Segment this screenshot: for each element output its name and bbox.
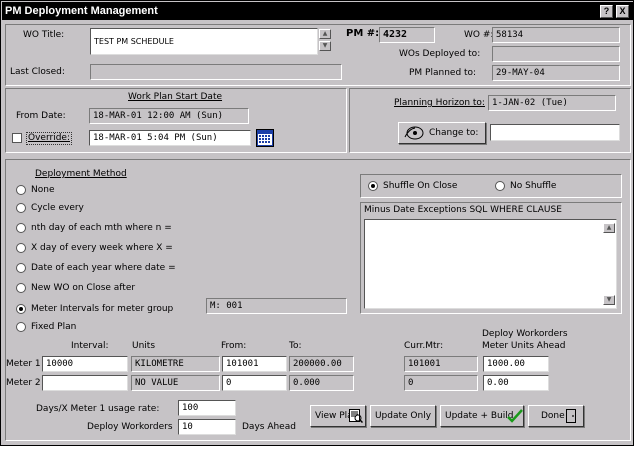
- door-icon: [565, 409, 577, 423]
- title-bar: PM Deployment Management ? X: [2, 2, 633, 20]
- no-shuffle-radio[interactable]: [495, 181, 505, 191]
- deployment-panel: Deployment Method None Cycle every nth day…: [5, 159, 631, 441]
- last-closed-field: [90, 64, 342, 80]
- exceptions-scroll-up-icon[interactable]: ▲: [603, 223, 615, 233]
- deploy-workorders-label: Deploy Workorders: [87, 422, 173, 432]
- wo-title-scroll-down-icon[interactable]: ▼: [319, 41, 331, 51]
- meter2-to-field: 0.000: [289, 375, 354, 391]
- meter1-units-field: KILOMETRE: [131, 356, 220, 372]
- shuffle-on-close-radio[interactable]: [368, 181, 378, 191]
- pm-deployment-window: PM Deployment Management ? X WO Title: T…: [0, 0, 634, 446]
- method-radio-cycle-every[interactable]: [16, 203, 26, 213]
- method-label-fixed-plan: Fixed Plan: [31, 322, 77, 332]
- view-plan-button[interactable]: View Plan: [310, 405, 366, 427]
- method-label-meter-intervals-for-meter-group: Meter Intervals for meter group: [31, 304, 174, 314]
- wos-deployed-field: [492, 46, 620, 62]
- method-label-nth-day-of-each-mth-where-n: nth day of each mth where n =: [31, 223, 172, 233]
- done-button[interactable]: Done: [528, 405, 584, 427]
- method-label-none: None: [31, 185, 55, 195]
- window-title: PM Deployment Management: [5, 5, 158, 17]
- meter2-interval-field[interactable]: [42, 375, 128, 391]
- meter-units-ahead-header: Meter Units Ahead: [482, 341, 566, 351]
- planning-horizon-label: Planning Horizon to:: [394, 98, 485, 108]
- update-build-label: Update + Build: [445, 411, 514, 421]
- units-header: Units: [132, 341, 156, 351]
- override-date-field[interactable]: 18-MAR-01 5:04 PM (Sun): [89, 130, 251, 146]
- planning-horizon-field: 1-JAN-02 (Tue): [488, 95, 616, 111]
- planning-horizon-panel: Planning Horizon to: 1-JAN-02 (Tue) Chan…: [349, 88, 631, 153]
- pm-number-label: PM #:: [346, 28, 380, 39]
- method-radio-x-day-of-every-week-where-x[interactable]: [16, 243, 26, 253]
- shuffle-box: Shuffle On Close No Shuffle: [360, 174, 622, 198]
- from-date-label: From Date:: [16, 111, 66, 121]
- no-shuffle-label: No Shuffle: [510, 181, 557, 191]
- shuffle-on-close-label: Shuffle On Close: [383, 181, 458, 191]
- checkmark-icon: [507, 409, 523, 423]
- method-radio-nth-day-of-each-mth-where-n[interactable]: [16, 223, 26, 233]
- from-header: From:: [221, 341, 247, 351]
- pm-planned-label: PM Planned to:: [409, 68, 477, 78]
- wos-deployed-label: WOs Deployed to:: [399, 49, 481, 59]
- meter1-to-field: 200000.00: [289, 356, 354, 372]
- header-panel: WO Title: TEST PM SCHEDULE ▲ ▼ Last Clos…: [5, 24, 631, 86]
- method-label-cycle-every: Cycle every: [31, 203, 84, 213]
- meter2-units-field: NO VALUE: [131, 375, 220, 391]
- wo-title-scroll-up-icon[interactable]: ▲: [319, 29, 331, 39]
- override-checkbox[interactable]: [12, 133, 22, 143]
- method-radio-none[interactable]: [16, 185, 26, 195]
- calendar-icon[interactable]: [256, 129, 274, 147]
- meter2-label: Meter 2: [6, 378, 41, 388]
- meter2-curr-field: 0: [404, 375, 478, 391]
- change-horizon-icon: [403, 125, 425, 141]
- meter2-ahead-field[interactable]: 0.00: [483, 375, 549, 391]
- update-only-button[interactable]: Update Only: [370, 405, 436, 427]
- interval-header: Interval:: [71, 341, 109, 351]
- meter1-from-field[interactable]: 101001: [222, 356, 287, 372]
- method-label-new-wo-on-close-after: New WO on Close after: [31, 283, 136, 293]
- meter2-from-field[interactable]: 0: [222, 375, 287, 391]
- exceptions-textarea[interactable]: [364, 219, 617, 309]
- meter1-interval-field[interactable]: 10000: [42, 356, 128, 372]
- change-to-label: Change to:: [429, 128, 479, 138]
- method-radio-date-of-each-year-where-date[interactable]: [16, 263, 26, 273]
- deploy-workorders-header: Deploy Workorders: [482, 329, 568, 339]
- method-radio-fixed-plan[interactable]: [16, 322, 26, 332]
- method-radio-new-wo-on-close-after[interactable]: [16, 283, 26, 293]
- from-date-field: 18-MAR-01 12:00 AM (Sun): [89, 108, 249, 124]
- deploy-workorders-field[interactable]: 10: [178, 419, 236, 435]
- method-label-x-day-of-every-week-where-x: X day of every week where X =: [31, 243, 173, 253]
- exceptions-label: Minus Date Exceptions SQL WHERE CLAUSE: [364, 205, 562, 215]
- usage-rate-field[interactable]: 100: [178, 400, 236, 416]
- pm-number-field: 4232: [379, 27, 435, 43]
- view-plan-icon: [349, 409, 364, 424]
- wo-number-label: WO #:: [464, 30, 494, 40]
- meter1-curr-field: 101001: [404, 356, 478, 372]
- done-label: Done: [541, 411, 565, 421]
- meter-group-field: M: 001: [206, 298, 347, 314]
- close-button[interactable]: X: [616, 5, 629, 18]
- last-closed-label: Last Closed:: [10, 67, 65, 77]
- curr-meter-header: Curr.Mtr:: [404, 341, 444, 351]
- to-header: To:: [289, 341, 302, 351]
- change-to-button[interactable]: Change to:: [398, 122, 486, 144]
- wo-title-field[interactable]: TEST PM SCHEDULE: [90, 28, 318, 55]
- exceptions-box: Minus Date Exceptions SQL WHERE CLAUSE ▲…: [360, 202, 622, 314]
- work-plan-panel: Work Plan Start Date From Date: 18-MAR-0…: [5, 88, 347, 153]
- update-build-button[interactable]: Update + Build: [440, 405, 524, 427]
- days-ahead-label: Days Ahead: [242, 422, 296, 432]
- usage-rate-label: Days/X Meter 1 usage rate:: [36, 404, 160, 414]
- meter1-ahead-field[interactable]: 1000.00: [483, 356, 549, 372]
- help-button[interactable]: ?: [600, 5, 613, 18]
- change-to-field[interactable]: [490, 124, 620, 141]
- work-plan-heading: Work Plan Start Date: [128, 92, 223, 102]
- method-label-date-of-each-year-where-date: Date of each year where date =: [31, 263, 176, 273]
- method-radio-meter-intervals-for-meter-group[interactable]: [16, 304, 26, 314]
- wo-number-field: 58134: [492, 27, 620, 43]
- exceptions-scroll-down-icon[interactable]: ▼: [603, 295, 615, 305]
- override-label: Override:: [26, 132, 72, 145]
- pm-planned-field: 29-MAY-04: [492, 65, 620, 81]
- deployment-method-heading: Deployment Method: [35, 169, 127, 179]
- meter1-label: Meter 1: [6, 359, 41, 369]
- wo-title-label: WO Title:: [23, 30, 65, 40]
